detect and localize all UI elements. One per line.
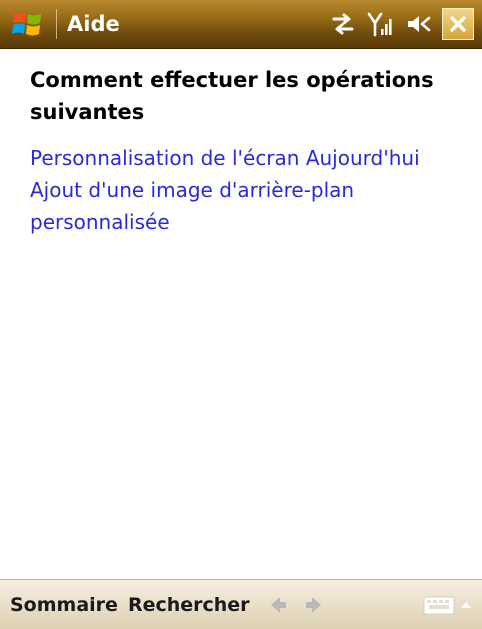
- summary-softkey[interactable]: Sommaire: [10, 594, 118, 616]
- close-icon: [450, 16, 466, 32]
- up-arrow-icon: [461, 602, 471, 608]
- forward-arrow-icon: [305, 597, 321, 613]
- close-button[interactable]: [442, 8, 474, 40]
- title-bar: Aide: [0, 0, 482, 49]
- signal-strength-icon: [367, 12, 392, 37]
- keyboard-icon: [423, 596, 455, 615]
- status-icons: [328, 9, 434, 39]
- link-customize-today-screen[interactable]: Personnalisation de l'écran Aujourd'hui: [30, 142, 460, 174]
- link-add-background-image[interactable]: Ajout d'une image d'arrière-plan personn…: [30, 174, 460, 238]
- forward-button[interactable]: [302, 593, 326, 617]
- help-content: Comment effectuer les opérations suivant…: [30, 64, 460, 238]
- window-title: Aide: [67, 12, 120, 36]
- page-heading: Comment effectuer les opérations suivant…: [30, 68, 434, 124]
- help-window: Aide Comment effectuer les opérations su…: [0, 0, 482, 629]
- back-arrow-icon: [270, 597, 286, 613]
- help-links: Personnalisation de l'écran Aujourd'hui …: [30, 142, 460, 238]
- search-softkey[interactable]: Rechercher: [128, 594, 250, 616]
- volume-button[interactable]: [404, 9, 434, 39]
- start-button[interactable]: [0, 0, 56, 48]
- back-button[interactable]: [266, 593, 290, 617]
- windows-flag-icon: [12, 12, 41, 36]
- connectivity-arrows-icon: [332, 13, 354, 35]
- keyboard-button[interactable]: [422, 593, 456, 617]
- sip-menu-button[interactable]: [458, 593, 474, 617]
- connectivity-button[interactable]: [328, 9, 358, 39]
- menu-bar: Sommaire Rechercher: [0, 579, 482, 629]
- speaker-volume-icon: [408, 16, 431, 32]
- title-separator: [56, 9, 57, 39]
- signal-button[interactable]: [366, 9, 396, 39]
